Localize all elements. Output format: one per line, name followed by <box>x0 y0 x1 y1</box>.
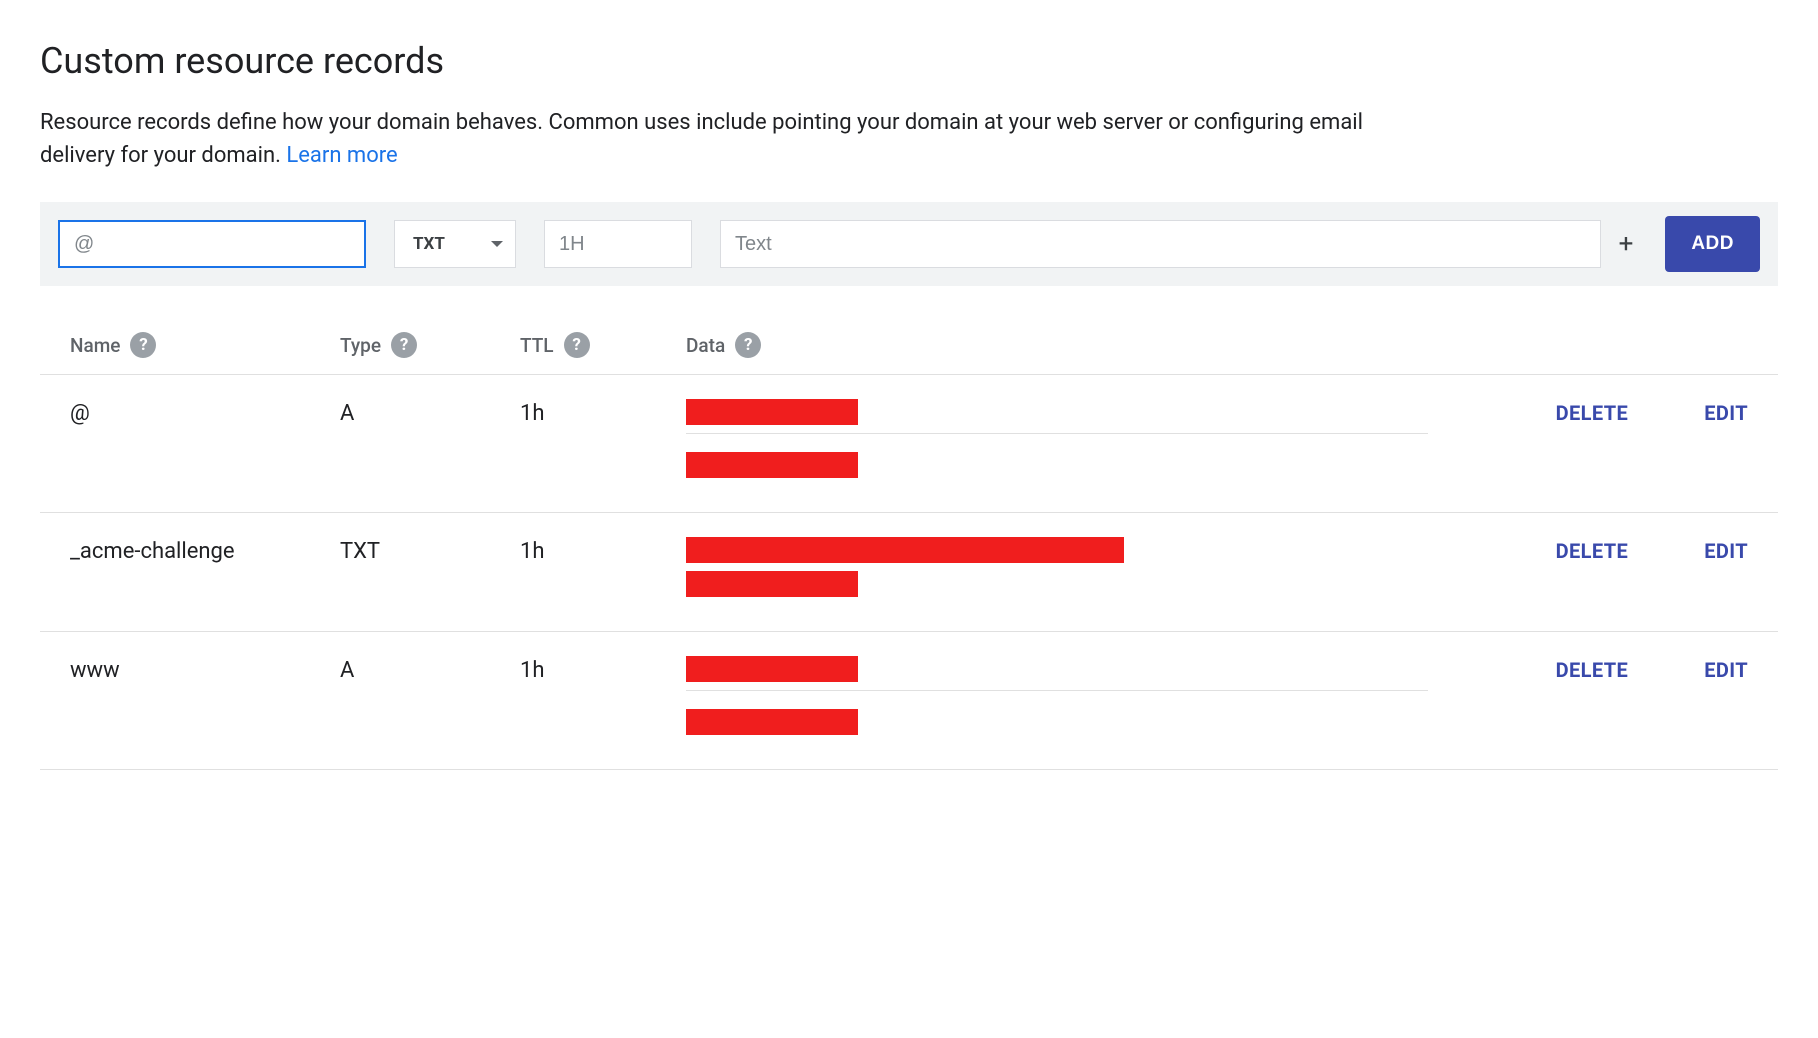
redacted-data-value <box>686 656 858 682</box>
record-name: _acme-challenge <box>70 537 340 564</box>
description-text: Resource records define how your domain … <box>40 110 1363 168</box>
records-table: Name ? Type ? TTL ? Data ? @A1hDELETEEDI… <box>40 316 1778 770</box>
column-header-name: Name <box>70 334 120 357</box>
edit-button[interactable]: EDIT <box>1704 658 1748 682</box>
record-name-input[interactable] <box>58 220 366 268</box>
add-button[interactable]: ADD <box>1665 216 1760 272</box>
record-data <box>686 399 1468 486</box>
learn-more-link[interactable]: Learn more <box>286 143 397 168</box>
delete-button[interactable]: DELETE <box>1556 539 1629 563</box>
data-divider <box>686 690 1428 691</box>
record-name: @ <box>70 399 340 426</box>
edit-button[interactable]: EDIT <box>1704 539 1748 563</box>
data-divider <box>686 433 1428 434</box>
table-header-row: Name ? Type ? TTL ? Data ? <box>40 316 1778 375</box>
plus-icon[interactable]: + <box>1615 231 1638 257</box>
column-header-ttl: TTL <box>520 334 554 357</box>
record-ttl: 1h <box>520 537 686 564</box>
table-row: wwwA1h DELETE EDIT <box>40 632 1778 770</box>
record-data <box>686 656 1468 743</box>
redacted-data-value <box>686 537 1124 563</box>
delete-button[interactable]: DELETE <box>1556 401 1629 425</box>
redacted-data-value <box>686 709 858 735</box>
page-title: Custom resource records <box>40 40 1778 82</box>
edit-button[interactable]: EDIT <box>1704 401 1748 425</box>
column-header-type: Type <box>340 334 381 357</box>
record-type: TXT <box>340 537 520 564</box>
record-data-input[interactable] <box>720 220 1601 268</box>
help-icon[interactable]: ? <box>130 332 156 358</box>
table-row: _acme-challengeTXT1h DELETE EDIT <box>40 513 1778 632</box>
record-type-value: TXT <box>413 234 445 254</box>
help-icon[interactable]: ? <box>564 332 590 358</box>
chevron-down-icon <box>491 241 503 247</box>
delete-button[interactable]: DELETE <box>1556 658 1629 682</box>
row-actions: DELETE EDIT <box>1468 537 1748 563</box>
column-header-data: Data <box>686 334 725 357</box>
record-data <box>686 537 1468 605</box>
record-type: A <box>340 399 520 426</box>
row-actions: DELETE EDIT <box>1468 656 1748 682</box>
record-data-wrap: + <box>720 220 1637 268</box>
redacted-data-value <box>686 399 858 425</box>
record-type-select[interactable]: TXT <box>394 220 516 268</box>
row-actions: DELETE EDIT <box>1468 399 1748 425</box>
help-icon[interactable]: ? <box>735 332 761 358</box>
page-description: Resource records define how your domain … <box>40 106 1420 172</box>
table-row: @A1h DELETE EDIT <box>40 375 1778 513</box>
record-type: A <box>340 656 520 683</box>
record-ttl: 1h <box>520 399 686 426</box>
redacted-data-value <box>686 571 858 597</box>
record-ttl-input[interactable] <box>544 220 692 268</box>
record-ttl: 1h <box>520 656 686 683</box>
redacted-data-value <box>686 452 858 478</box>
help-icon[interactable]: ? <box>391 332 417 358</box>
record-name: www <box>70 656 340 683</box>
add-record-form: TXT + ADD <box>40 202 1778 286</box>
